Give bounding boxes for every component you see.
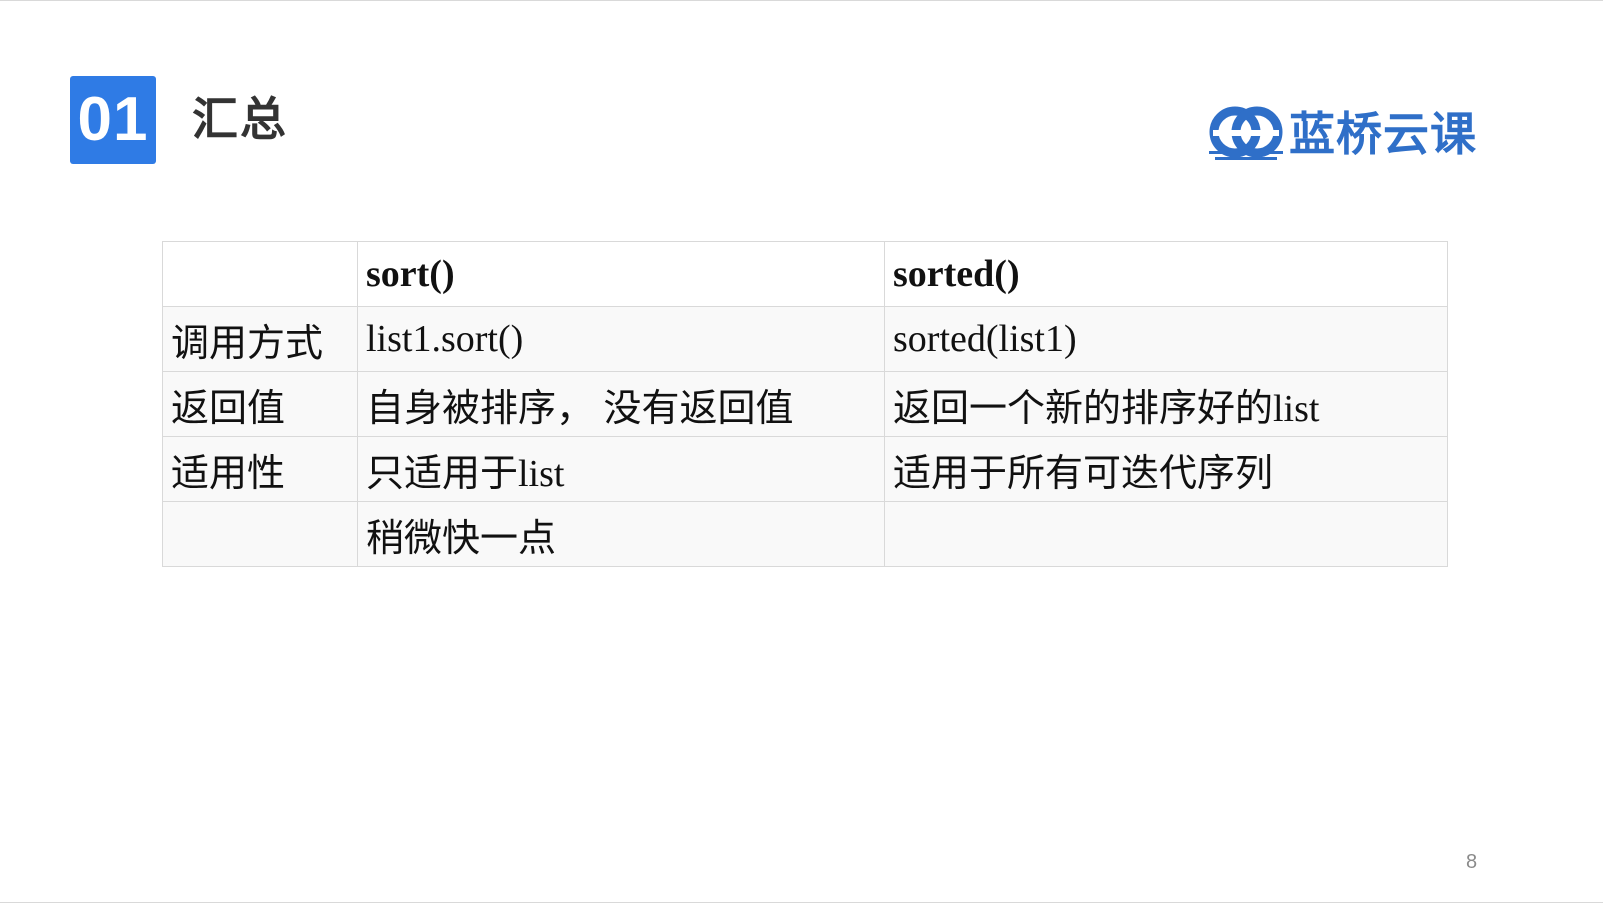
brand-name: 蓝桥云课 — [1289, 107, 1477, 161]
table-cell: 适用性 — [162, 436, 358, 502]
section-number-badge: 01 — [70, 76, 156, 164]
section-title: 汇总 — [192, 92, 288, 146]
table-cell: 调用方式 — [162, 306, 358, 372]
table-row: 稍微快一点 — [162, 501, 1448, 567]
comparison-table: sort() sorted() 调用方式 list1.sort() sorted… — [162, 241, 1448, 567]
table-cell: sorted(list1) — [884, 306, 1448, 372]
slide: 01 汇总 蓝桥云课 sort() sorted() 调用方式 list1.so… — [0, 0, 1603, 903]
lanqiao-logo-mark-icon — [1209, 106, 1283, 160]
brand-logo: 蓝桥云课 — [1207, 104, 1477, 164]
table-cell: list1.sort() — [357, 306, 885, 372]
table-cell: 返回值 — [162, 371, 358, 437]
table-cell — [884, 501, 1448, 567]
table-header-cell: sorted() — [884, 241, 1448, 307]
table-cell: 返回一个新的排序好的list — [884, 371, 1448, 437]
table-cell: 适用于所有可迭代序列 — [884, 436, 1448, 502]
table-header-cell — [162, 241, 358, 307]
table-cell: 稍微快一点 — [357, 501, 885, 567]
table-row: 调用方式 list1.sort() sorted(list1) — [162, 306, 1448, 372]
table-cell — [162, 501, 358, 567]
table-row: 适用性 只适用于list 适用于所有可迭代序列 — [162, 436, 1448, 502]
table-cell: 只适用于list — [357, 436, 885, 502]
page-number: 8 — [1466, 851, 1478, 873]
table-header-cell: sort() — [357, 241, 885, 307]
table-row: 返回值 自身被排序， 没有返回值 返回一个新的排序好的list — [162, 371, 1448, 437]
table-header-row: sort() sorted() — [162, 241, 1448, 307]
table-cell: 自身被排序， 没有返回值 — [357, 371, 885, 437]
